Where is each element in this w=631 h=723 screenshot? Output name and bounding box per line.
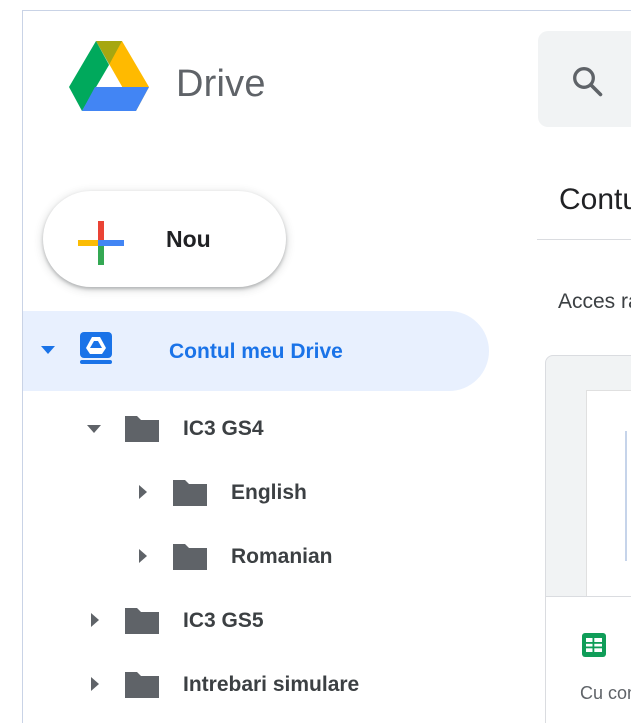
folder-icon (173, 544, 207, 570)
tree-item-label: IC3 GS5 (183, 609, 264, 632)
tree-item-ic3-gs5[interactable]: IC3 GS5 (83, 599, 343, 643)
tree-item-my-drive[interactable]: Contul meu Drive (23, 311, 489, 391)
google-sheets-icon (582, 633, 606, 657)
file-card-footer: Cu comandă (546, 596, 631, 723)
folder-icon (125, 608, 159, 634)
tree-item-label: IC3 GS4 (183, 417, 264, 440)
expand-toggle-ic3-gs5[interactable] (91, 613, 99, 627)
preview-content (625, 431, 627, 561)
my-drive-icon (80, 332, 112, 364)
tree-item-romanian[interactable]: Romanian (131, 535, 391, 579)
tree-item-english[interactable]: English (131, 471, 371, 515)
google-drive-logo[interactable] (69, 41, 149, 111)
drive-window: Drive Contul meu Drive Acces rapid Nou C… (22, 10, 631, 723)
tree-item-ic3-gs4[interactable]: IC3 GS4 (83, 407, 343, 451)
tree-item-label: Intrebari simulare (183, 673, 360, 696)
expand-toggle-my-drive[interactable] (41, 346, 55, 354)
tree-item-label: Romanian (231, 545, 333, 568)
new-button[interactable]: Nou (43, 191, 286, 287)
folder-icon (125, 672, 159, 698)
search-icon[interactable] (569, 63, 605, 99)
expand-toggle-intrebari-simulare[interactable] (91, 677, 99, 691)
header-divider (537, 239, 631, 240)
quick-access-label: Acces rapid (558, 290, 631, 313)
expand-toggle-english[interactable] (139, 485, 147, 499)
expand-toggle-romanian[interactable] (139, 549, 147, 563)
tree-item-intrebari-simulare[interactable]: Intrebari simulare (83, 663, 403, 707)
expand-toggle-ic3-gs4[interactable] (87, 425, 101, 433)
tree-item-label: English (231, 481, 307, 504)
new-button-label: Nou (166, 226, 211, 252)
file-preview (586, 390, 631, 602)
plus-icon (78, 221, 124, 265)
file-meta-text: Cu comandă (580, 683, 631, 703)
folder-icon (125, 416, 159, 442)
product-name: Drive (176, 63, 266, 105)
page-title: Contul meu Drive (559, 183, 631, 216)
folder-icon (173, 480, 207, 506)
tree-item-label: Contul meu Drive (169, 340, 343, 363)
quick-access-file-card[interactable]: Cu comandă (545, 355, 631, 723)
